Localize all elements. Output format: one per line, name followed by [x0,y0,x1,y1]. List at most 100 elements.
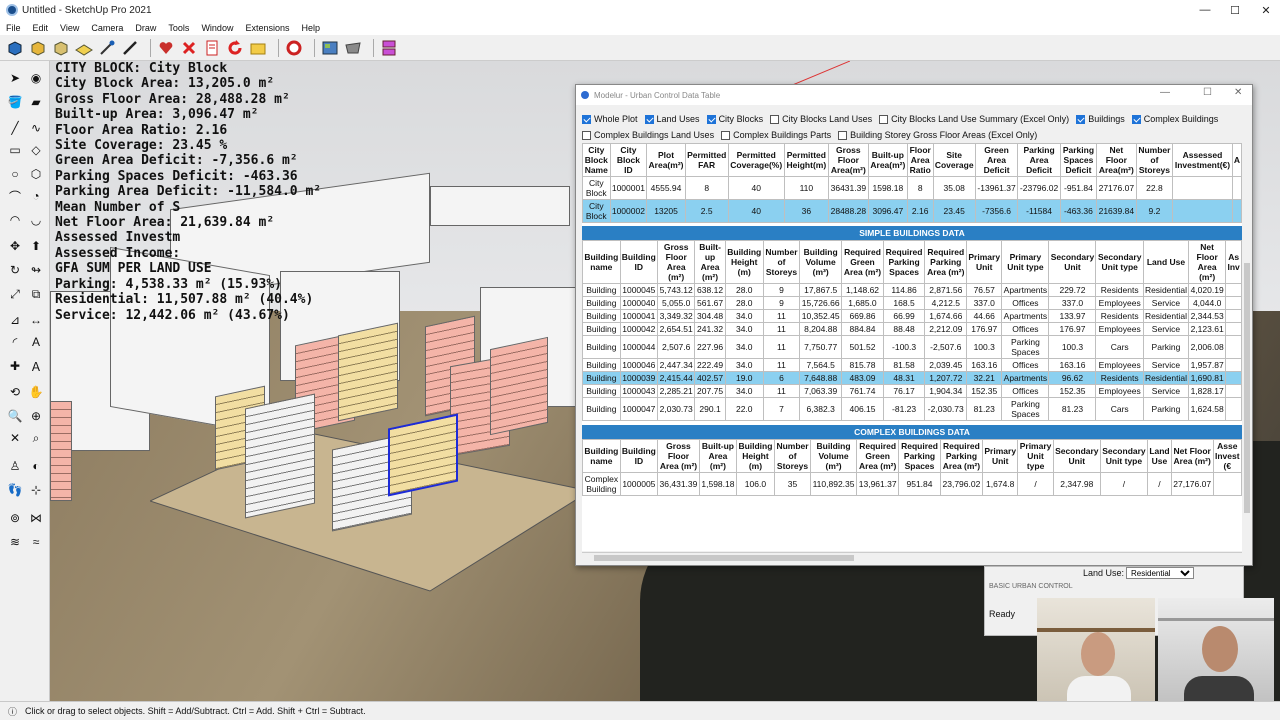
arc-3-icon[interactable]: ◡ [27,211,45,229]
column-header[interactable]: Building ID [619,439,658,473]
previous-view-icon[interactable]: ⌕ [27,429,45,447]
rotate-icon[interactable]: ↻ [6,261,24,279]
menu-extensions[interactable]: Extensions [245,23,289,33]
checkbox-icon[interactable] [770,114,780,124]
column-header[interactable]: Land Use [1147,439,1172,473]
horizontal-scroll-thumb[interactable] [594,555,854,561]
column-header[interactable]: Net Floor Area (m²) [1187,240,1227,284]
land-use-select[interactable]: Residential [1126,567,1194,579]
look-around-icon[interactable]: ◐ [27,457,45,475]
column-header[interactable]: Permitted Height(m) [783,143,829,177]
menu-help[interactable]: Help [301,23,320,33]
column-header[interactable]: Asse Invest (€ [1212,439,1242,473]
vertical-scrollbar[interactable] [1242,143,1252,553]
polygon-icon[interactable]: ⬡ [27,165,45,183]
column-header[interactable]: Permitted FAR [684,143,729,177]
table-row[interactable]: Building 1000045 5,743.12 638.12 28.0 9 17,867… [582,283,1242,297]
column-header[interactable]: Secondary Unit type [1095,240,1144,284]
vertical-scroll-thumb[interactable] [1244,263,1250,513]
table-row[interactable]: Building 1000042 2,654.51 241.32 34.0 11 8,204… [582,322,1242,336]
column-header[interactable]: Floor Area Ratio [906,143,934,177]
checkbox-icon[interactable] [706,114,716,124]
column-header[interactable]: Building Height (m) [735,439,775,473]
pie-icon[interactable]: ◔ [27,187,45,205]
protractor-icon[interactable]: ◜ [6,333,24,351]
rectangle-icon[interactable]: ▭ [6,141,24,159]
menu-file[interactable]: File [6,23,21,33]
column-header[interactable]: Net Floor Area (m²) [1170,439,1214,473]
option-city-blocks-land-uses[interactable]: City Blocks Land Uses [770,114,872,124]
report-icon[interactable] [203,39,221,57]
column-header[interactable]: Gross Floor Area (m²) [656,240,696,284]
warehouse-icon[interactable]: ⊚ [6,509,24,527]
column-header[interactable]: Required Parking Spaces [898,439,941,473]
option-whole-plot[interactable]: Whole Plot [582,114,638,124]
sandbox-2-icon[interactable]: ≈ [27,533,45,551]
zoom-window-icon[interactable]: ⊕ [27,407,45,425]
column-header[interactable]: Primary Unit type [1017,439,1054,473]
checkbox-icon[interactable] [879,114,889,124]
3d-text-icon[interactable]: Ａ [27,357,45,375]
option-building-storey-gross-floor-areas-excel-only[interactable]: Building Storey Gross Floor Areas (Excel… [838,130,1037,140]
axes-icon[interactable]: ✚ [6,357,24,375]
column-header[interactable]: Plot Area(m²) [646,143,686,177]
column-header[interactable]: Land Use [1142,240,1190,284]
checkbox-icon[interactable] [644,114,654,124]
building-icon[interactable] [29,39,47,57]
column-header[interactable]: Required Parking Spaces [882,240,926,284]
checkbox-icon[interactable] [582,130,591,140]
column-header[interactable]: Required Green Area (m²) [841,240,884,284]
move-icon[interactable]: ✥ [6,237,24,255]
column-header[interactable]: Required Parking Area (m²) [924,240,968,284]
menu-tools[interactable]: Tools [168,23,189,33]
column-header[interactable]: Secondary Unit [1048,240,1097,284]
column-header[interactable]: Permitted Coverage(%) [727,143,785,177]
line-tool-icon[interactable]: ╱ [6,119,24,137]
column-header[interactable]: Primary Unit [982,439,1019,473]
column-header[interactable]: Built-up Area(m²) [867,143,908,177]
column-header[interactable]: A [1231,143,1242,177]
column-header[interactable]: Secondary Unit type [1099,439,1149,473]
dialog-maximize-button[interactable]: ☐ [1203,87,1212,98]
column-header[interactable]: Built-up Area (m²) [694,240,726,284]
column-header[interactable]: Built-up Area (m²) [698,439,737,473]
checkbox-icon[interactable] [1131,114,1141,124]
select-arrow-icon[interactable]: ➤ [6,69,24,87]
arc-icon[interactable]: ⌒ [6,187,24,205]
menu-window[interactable]: Window [201,23,233,33]
column-header[interactable]: Gross Floor Area (m²) [656,439,700,473]
data-table-area[interactable]: City Block Name City Block ID Plot Area(m²… [582,143,1242,551]
option-complex-buildings[interactable]: Complex Buildings [1131,114,1218,124]
option-city-blocks[interactable]: City Blocks [706,114,763,124]
option-land-uses[interactable]: Land Uses [644,114,700,124]
option-city-blocks-land-use-summary-excel-only[interactable]: City Blocks Land Use Summary (Excel Only… [879,114,1069,124]
folder-icon[interactable] [249,39,267,57]
column-header[interactable]: City Block Name [582,143,611,177]
column-header[interactable]: As Inv [1225,240,1242,284]
modelur-block-icon[interactable] [6,39,24,57]
complex-building-icon[interactable] [52,39,70,57]
column-header[interactable]: Primary Unit [966,240,1003,284]
table-row[interactable]: Building 1000039 2,415.44 402.57 19.0 6 7,648.… [582,371,1242,385]
table-row[interactable]: Building 1000043 2,285.21 207.75 34.0 11 7,063… [582,384,1242,398]
status-info-icon[interactable]: ⓘ [8,705,17,718]
extension-icon[interactable]: ⋈ [27,509,45,527]
checkbox-icon[interactable] [582,114,591,124]
menu-edit[interactable]: Edit [33,23,49,33]
sandbox-icon[interactable]: ≋ [6,533,24,551]
option-buildings[interactable]: Buildings [1076,114,1125,124]
column-header[interactable]: Number of Storeys [773,439,812,473]
maximize-button[interactable]: ☐ [1219,0,1251,20]
dimension-icon[interactable]: ↔ [27,311,45,329]
eyedropper-icon[interactable] [98,39,116,57]
checkbox-icon[interactable] [1076,114,1086,124]
rotated-rectangle-icon[interactable]: ◇ [27,141,45,159]
dialog-minimize-button[interactable]: — [1160,87,1170,98]
minimize-button[interactable]: — [1189,0,1221,20]
section-plane-icon[interactable]: ⊹ [27,481,45,499]
menu-camera[interactable]: Camera [91,23,123,33]
heart-icon[interactable] [157,39,175,57]
column-header[interactable]: Green Area Deficit [974,143,1019,177]
delete-icon[interactable] [180,39,198,57]
zoom-extents-icon[interactable]: ✕ [6,429,24,447]
